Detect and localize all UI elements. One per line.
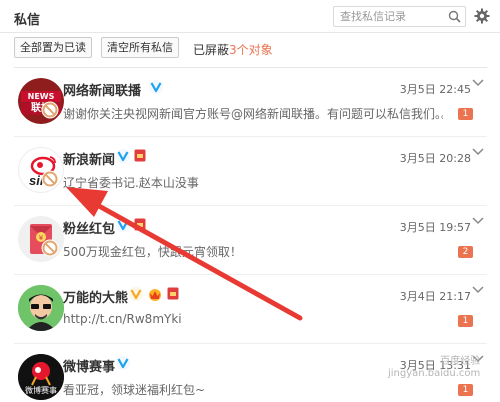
conversation-preview: 500万现金红包，快跟元宵领取！ [63, 245, 242, 259]
unread-badge: 1 [458, 108, 473, 120]
search-icon[interactable] [448, 10, 461, 23]
verified-icon [116, 355, 130, 370]
blocked-icon [41, 101, 59, 119]
avatar[interactable] [18, 285, 64, 331]
red-envelope-icon [134, 149, 146, 162]
crown-icon [148, 288, 161, 301]
blocked-count-link[interactable]: 3个对象 [229, 43, 273, 57]
top-bar: 私信 [0, 0, 500, 33]
clear-all-button[interactable]: 清空所有私信 [101, 37, 179, 58]
conversation-preview: 辽宁省委书记.赵本山没事 [63, 176, 199, 190]
watermark-line-2: jingyan.baidu.com [388, 368, 481, 379]
verified-icon [116, 217, 130, 232]
watermark-line-1: 百度经验 [440, 356, 481, 367]
conversation-row[interactable]: NEWS 联播 网络新闻联播 3月5日 22:45 谢谢你关注央视网新闻官方账号… [14, 68, 487, 137]
chevron-down-icon[interactable] [472, 285, 484, 295]
conversation-row[interactable]: 万能的大熊 3月4日 21:17 http://t.cn/Rw8mYki 1 [14, 275, 487, 344]
blocked-icon [41, 170, 59, 188]
chevron-down-icon[interactable] [472, 78, 484, 88]
conversation-time: 3月4日 21:17 [399, 290, 471, 303]
conversation-name[interactable]: 新浪新闻 [63, 149, 115, 168]
red-envelope-icon [167, 287, 179, 300]
action-bar: 全部置为已读 清空所有私信 已屏蔽3个对象 [0, 34, 500, 62]
conversation-name[interactable]: 网络新闻联播 [63, 80, 141, 99]
conversation-name[interactable]: 微博赛事 [63, 356, 115, 375]
conversation-preview: 谢谢你关注央视网新闻官方账号@网络新闻联播。有问题可以私信我们。。 [63, 107, 443, 121]
badges [116, 355, 130, 371]
conversation-row[interactable]: ¥ 粉丝红包 3月5日 19:57 500万现金红包，快跟元宵领取！ 2 [14, 206, 487, 275]
badges [149, 79, 163, 95]
conversation-time: 3月5日 22:45 [399, 83, 471, 96]
verified-icon [149, 79, 163, 94]
chevron-down-icon[interactable] [472, 216, 484, 226]
unread-badge: 1 [458, 384, 473, 396]
verified-icon [116, 148, 130, 163]
conversation-list: NEWS 联播 网络新闻联播 3月5日 22:45 谢谢你关注央视网新闻官方账号… [14, 67, 487, 402]
conversation-preview: http://t.cn/Rw8mYki [63, 312, 182, 326]
verified-icon [129, 286, 143, 301]
conversation-preview: 看亚冠，领球迷福利红包~ [63, 383, 206, 397]
badges [129, 286, 179, 302]
conversation-time: 3月5日 19:57 [399, 221, 471, 234]
page-title: 私信 [14, 13, 41, 28]
unread-badge: 1 [458, 315, 473, 327]
gear-icon[interactable] [474, 8, 490, 24]
search-input[interactable] [334, 7, 444, 26]
badges [116, 148, 146, 164]
blocked-icon [41, 239, 59, 257]
blocked-info: 已屏蔽3个对象 [193, 41, 273, 58]
avatar-logo-text: 微博赛事 [25, 386, 57, 395]
conversation-row[interactable]: sina 新浪新闻 3月5日 20:28 辽宁省委书记.赵本山没事 [14, 137, 487, 206]
badges [116, 217, 146, 233]
avatar[interactable]: 微博赛事 [18, 354, 64, 400]
search-box[interactable] [333, 6, 466, 27]
conversation-name[interactable]: 粉丝红包 [63, 218, 115, 237]
blocked-label: 已屏蔽 [193, 43, 230, 57]
watermark: 百度经验 jingyan.baidu.com [388, 356, 480, 380]
unread-badge: 2 [458, 246, 473, 258]
mark-all-read-button[interactable]: 全部置为已读 [14, 37, 92, 58]
red-envelope-icon [134, 218, 146, 231]
conversation-name[interactable]: 万能的大熊 [63, 287, 128, 306]
chevron-down-icon[interactable] [472, 147, 484, 157]
conversation-time: 3月5日 20:28 [399, 152, 471, 165]
